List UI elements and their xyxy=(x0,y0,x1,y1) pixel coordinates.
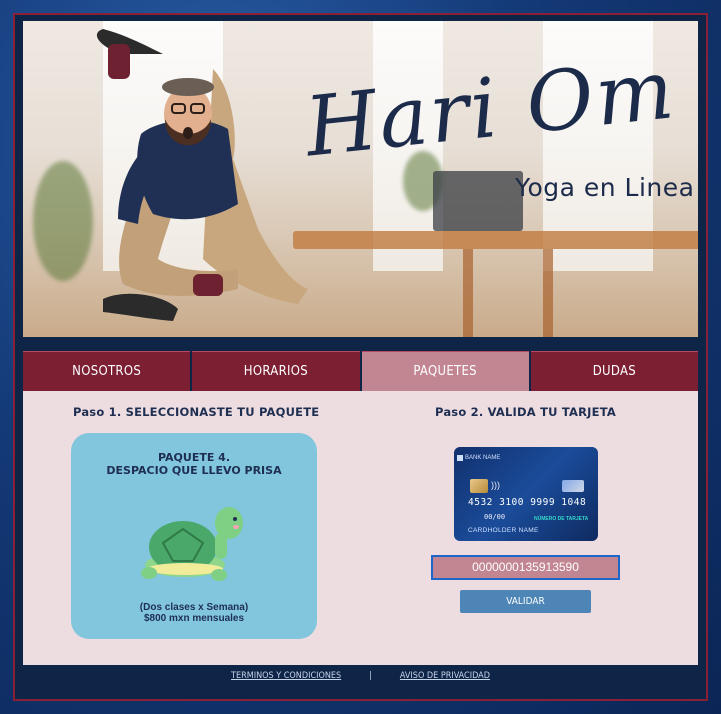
hero-banner: Hari Om Yoga en Linea xyxy=(23,21,698,337)
main-nav: NOSOTROS HORARIOS PAQUETES DUDAS xyxy=(23,351,698,391)
desk-leg xyxy=(543,249,553,337)
contactless-icon: ))) xyxy=(491,480,500,490)
package-title: PAQUETE 4. DESPACIO QUE LLEVO PRISA xyxy=(71,451,317,477)
card-holder-name: CARDHOLDER NAME xyxy=(468,527,539,534)
card-chip-icon xyxy=(470,479,488,493)
package-card: PAQUETE 4. DESPACIO QUE LLEVO PRISA (Dos… xyxy=(71,433,317,639)
page-inner: Hari Om Yoga en Linea NOSOTROS HORARIOS … xyxy=(23,21,698,687)
card-bank-name: BANK NAME xyxy=(465,455,501,461)
background-desk xyxy=(293,231,698,249)
background-laptop xyxy=(433,171,523,231)
package-price: $800 mxn mensuales xyxy=(143,613,245,624)
package-description: (Dos clases x Semana) $800 mxn mensuales xyxy=(71,602,317,624)
page-frame: Hari Om Yoga en Linea NOSOTROS HORARIOS … xyxy=(13,13,708,701)
credit-card-image: BANK NAME ))) 4532 3100 9999 1048 00/00 … xyxy=(454,447,598,541)
brand-tagline: Yoga en Linea xyxy=(515,173,695,202)
card-number-label: NÚMERO DE TARJETA xyxy=(534,516,589,522)
validate-button[interactable]: VALIDAR xyxy=(460,590,591,613)
bank-logo-icon xyxy=(457,455,463,461)
package-title-line1: PAQUETE 4. xyxy=(157,451,231,464)
step1-title: Paso 1. SELECCIONASTE TU PAQUETE xyxy=(73,405,320,419)
card-number: 4532 3100 9999 1048 xyxy=(468,497,587,508)
terms-link[interactable]: TERMINOS Y CONDICIONES xyxy=(231,671,341,681)
desk-leg xyxy=(463,249,473,337)
card-network-icon xyxy=(562,480,584,492)
footer: TERMINOS Y CONDICIONES | AVISO DE PRIVAC… xyxy=(23,665,698,687)
tab-horarios[interactable]: HORARIOS xyxy=(192,351,360,391)
step2-title: Paso 2. VALIDA TU TARJETA xyxy=(435,405,616,419)
turtle-illustration xyxy=(141,507,243,581)
package-title-line2: DESPACIO QUE LLEVO PRISA xyxy=(106,464,282,477)
tab-paquetes[interactable]: PAQUETES xyxy=(361,351,529,391)
checkout-panel: Paso 1. SELECCIONASTE TU PAQUETE Paso 2.… xyxy=(23,391,698,665)
card-number-input[interactable]: 0000000135913590 xyxy=(431,555,620,580)
yoga-man-image xyxy=(96,29,308,321)
footer-separator: | xyxy=(369,671,372,681)
card-valid-date: 00/00 xyxy=(484,513,506,521)
privacy-link[interactable]: AVISO DE PRIVACIDAD xyxy=(400,671,490,681)
tab-dudas[interactable]: DUDAS xyxy=(530,351,698,391)
package-frequency: (Dos clases x Semana) xyxy=(139,602,249,613)
tab-nosotros[interactable]: NOSOTROS xyxy=(23,351,191,391)
